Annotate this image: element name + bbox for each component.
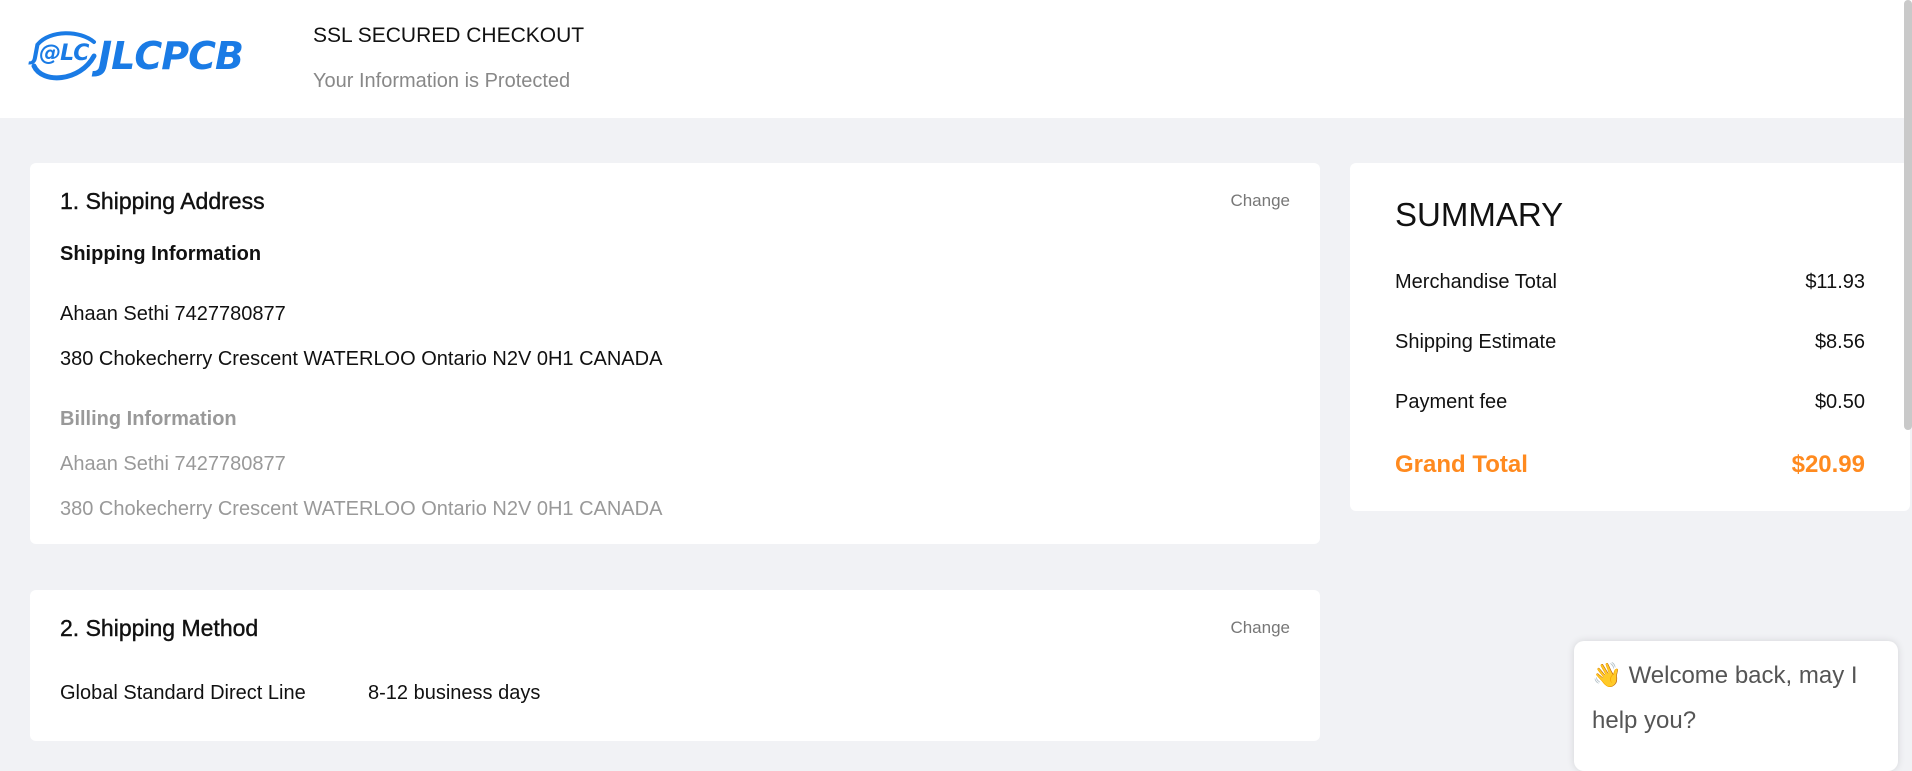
summary-title: SUMMARY [1395, 196, 1564, 233]
shipping-address-title: 1. Shipping Address [60, 188, 265, 214]
billing-address-line: 380 Chokecherry Crescent WATERLOO Ontari… [60, 498, 663, 520]
page-header: J@LC JLCPCB SSL SECURED CHECKOUT Your In… [0, 0, 1912, 118]
logo-mark-text: J@LC [32, 41, 89, 66]
billing-name-phone: Ahaan Sethi 7427780877 [60, 453, 286, 475]
summary-row-label: Merchandise Total [1395, 271, 1557, 293]
logo-mark: J@LC [28, 28, 98, 84]
shipping-method-name: Global Standard Direct Line [60, 682, 306, 704]
summary-grand-total: Grand Total $20.99 [1395, 451, 1865, 479]
waving-hand-icon: 👋 [1592, 662, 1622, 689]
summary-row-payment-fee: Payment fee $0.50 [1395, 391, 1865, 414]
grand-total-label: Grand Total [1395, 451, 1528, 478]
change-shipping-address-link[interactable]: Change [1230, 191, 1290, 211]
summary-row-shipping: Shipping Estimate $8.56 [1395, 331, 1865, 354]
page-scrollbar[interactable] [1904, 0, 1912, 430]
chat-message: Welcome back, may I help you? [1592, 662, 1858, 734]
shipping-address-card: 1. Shipping Address Change Shipping Info… [30, 163, 1320, 544]
logo-wordmark: JLCPCB [98, 34, 244, 78]
summary-row-value: $8.56 [1814, 331, 1865, 353]
summary-row-value: $0.50 [1814, 391, 1865, 413]
ssl-secured-subtitle: Your Information is Protected [313, 70, 571, 92]
grand-total-value: $20.99 [1791, 451, 1865, 478]
shipping-address-line: 380 Chokecherry Crescent WATERLOO Ontari… [60, 348, 663, 370]
shipping-name-phone: Ahaan Sethi 7427780877 [60, 303, 286, 325]
shipping-method-card: 2. Shipping Method Change Global Standar… [30, 590, 1320, 741]
change-shipping-method-link[interactable]: Change [1230, 618, 1290, 638]
billing-information-heading: Billing Information [60, 408, 237, 430]
summary-row-merchandise: Merchandise Total $11.93 [1395, 271, 1865, 294]
summary-row-label: Shipping Estimate [1395, 331, 1557, 353]
ssl-secured-title: SSL SECURED CHECKOUT [313, 24, 585, 47]
order-summary-card: SUMMARY Merchandise Total $11.93 Shippin… [1350, 163, 1910, 511]
shipping-method-title: 2. Shipping Method [60, 615, 259, 641]
jlcpcb-logo[interactable]: J@LC JLCPCB [28, 26, 268, 86]
summary-row-value: $11.93 [1805, 271, 1865, 293]
shipping-information-heading: Shipping Information [60, 243, 262, 265]
shipping-method-days: 8-12 business days [368, 682, 541, 704]
summary-row-label: Payment fee [1395, 391, 1508, 413]
chat-widget[interactable]: 👋 Welcome back, may I help you? [1574, 641, 1898, 771]
